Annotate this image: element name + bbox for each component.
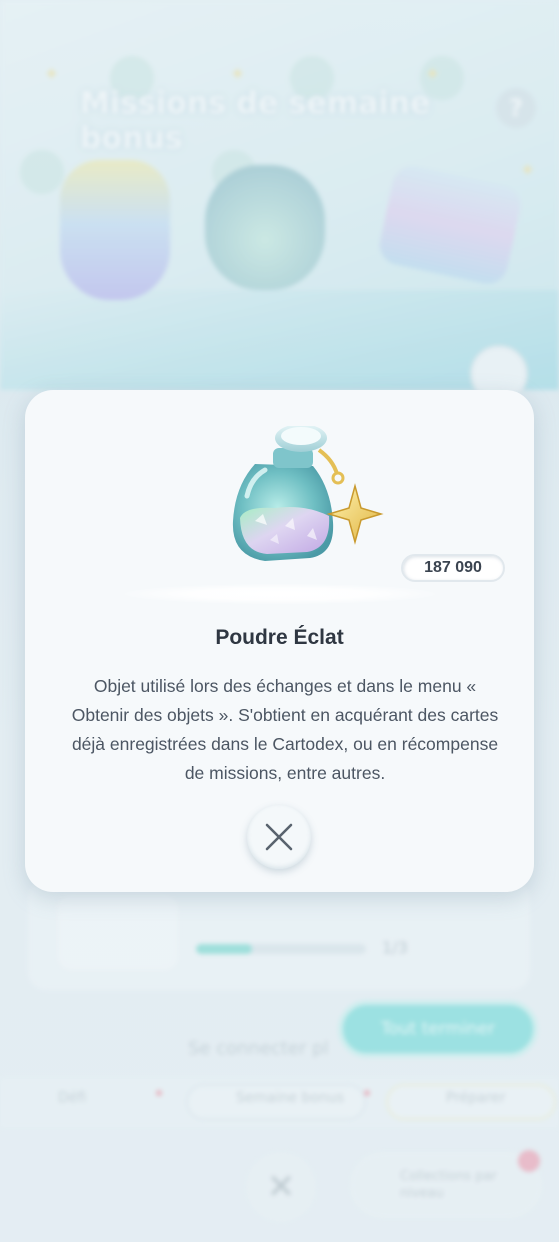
shinedust-bottle-icon: [215, 424, 395, 576]
item-description: Objet utilisé lors des échanges et dans …: [71, 676, 499, 783]
item-pedestal-glow: [125, 584, 435, 604]
close-button[interactable]: [247, 805, 311, 869]
item-detail-dialog: 187 090 Poudre Éclat Objet utilisé lors …: [25, 390, 534, 892]
item-count-badge: 187 090: [401, 554, 505, 582]
item-name: Poudre Éclat: [215, 626, 344, 649]
close-icon: [265, 823, 293, 851]
